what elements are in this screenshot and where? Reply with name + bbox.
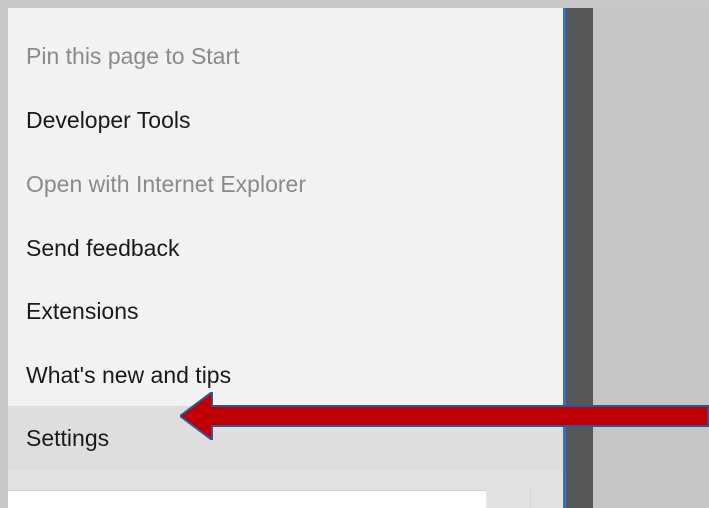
bottom-divider bbox=[530, 490, 531, 508]
menu-item-pin-to-start[interactable]: Pin this page to Start bbox=[8, 24, 563, 88]
menu-item-send-feedback[interactable]: Send feedback bbox=[8, 216, 563, 280]
left-arrow-icon bbox=[180, 392, 709, 440]
screenshot-frame: Pin this page to Start Developer Tools O… bbox=[0, 0, 709, 508]
menu-item-extensions[interactable]: Extensions bbox=[8, 279, 563, 343]
bottom-input-area bbox=[8, 490, 486, 508]
menu-item-developer-tools[interactable]: Developer Tools bbox=[8, 88, 563, 152]
menu-item-open-with-internet-explorer[interactable]: Open with Internet Explorer bbox=[8, 152, 563, 216]
